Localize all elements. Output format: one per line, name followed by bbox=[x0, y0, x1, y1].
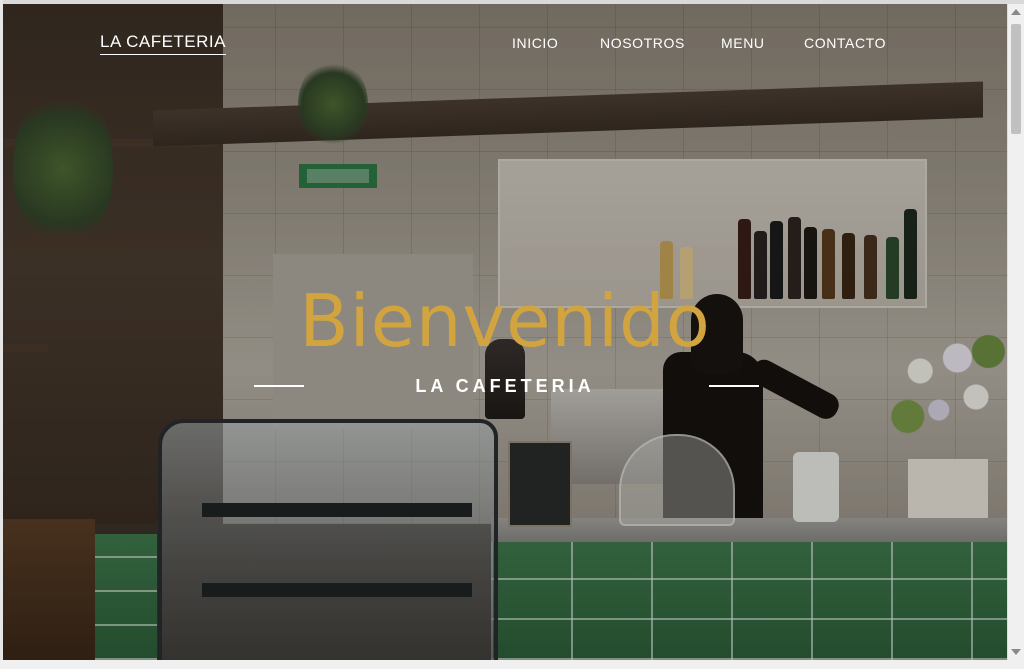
nav-item-inicio[interactable]: INICIO bbox=[512, 35, 558, 51]
nav-item-nosotros[interactable]: NOSOTROS bbox=[600, 35, 685, 51]
subtitle-divider-right bbox=[709, 385, 759, 387]
hero-subtitle: LA CAFETERIA bbox=[415, 376, 595, 396]
hero-title: Bienvenido bbox=[299, 279, 711, 363]
hero-subtitle-row: LA CAFETERIA bbox=[3, 374, 1007, 398]
hero-section: LA CAFETERIA INICIO NOSOTROS MENU CONTAC… bbox=[3, 4, 1007, 660]
vertical-scrollbar[interactable] bbox=[1007, 4, 1024, 660]
browser-frame-bottom bbox=[0, 660, 1024, 669]
scroll-down-arrow-icon[interactable] bbox=[1011, 649, 1021, 655]
nav-item-menu[interactable]: MENU bbox=[721, 35, 765, 51]
nav-item-contacto[interactable]: CONTACTO bbox=[804, 35, 886, 51]
scroll-up-arrow-icon[interactable] bbox=[1011, 9, 1021, 15]
main-nav: INICIO NOSOTROS MENU CONTACTO bbox=[3, 35, 1007, 55]
scrollbar-thumb[interactable] bbox=[1011, 24, 1021, 134]
